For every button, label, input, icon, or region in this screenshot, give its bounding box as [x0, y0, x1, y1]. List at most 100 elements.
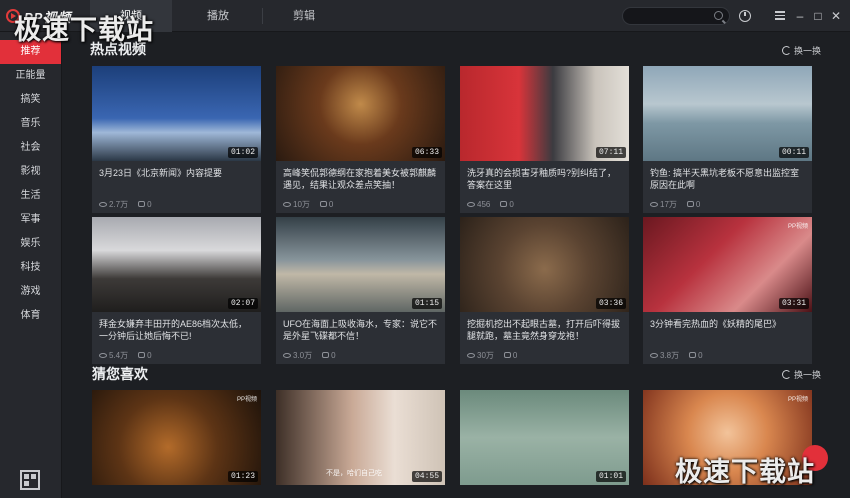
- video-card[interactable]: 03:36 挖掘机挖出不起眼古墓，打开后吓得拔腿就跑，墓主竟然身穿龙袍！ 30万…: [460, 217, 629, 364]
- view-count-value: 10万: [293, 199, 310, 209]
- comment-count: 0: [319, 199, 334, 209]
- view-count: 2.7万: [99, 199, 128, 210]
- comment-icon: [322, 352, 330, 359]
- video-card[interactable]: 06:33 高峰笑侃郭德纲在家抱着美女被郭麒麟遇见，结果让观众差点笑抽！ 10万…: [276, 66, 445, 213]
- qr-code-icon[interactable]: [20, 470, 40, 490]
- video-card[interactable]: 01:02 3月23日《北京新闻》内容提要 2.7万 0: [92, 66, 261, 213]
- view-count-value: 3.0万: [293, 350, 313, 360]
- view-count: 3.0万: [283, 350, 312, 361]
- comment-count: 0: [503, 350, 518, 360]
- duration-badge: 03:36: [595, 298, 626, 309]
- video-title[interactable]: 洗牙真的会损害牙釉质吗?别纠结了，答案在这里: [460, 161, 629, 195]
- sidebar-item-games[interactable]: 游戏: [0, 280, 61, 304]
- comment-count: 0: [689, 351, 703, 360]
- video-title[interactable]: 高峰笑侃郭德纲在家抱着美女被郭麒麟遇见，结果让观众差点笑抽！: [276, 161, 445, 195]
- video-meta: 3.8万 0: [643, 346, 812, 364]
- comment-count: 0: [686, 200, 700, 209]
- video-meta: 3.0万 0: [276, 346, 445, 364]
- comment-count-value: 0: [328, 199, 334, 209]
- comment-icon: [686, 201, 694, 208]
- view-count-value: 2.7万: [109, 199, 129, 209]
- video-thumbnail[interactable]: 07:11: [460, 66, 629, 161]
- comment-count: 0: [138, 199, 152, 209]
- eye-icon: [650, 201, 658, 207]
- sidebar-item-funny[interactable]: 搞笑: [0, 88, 61, 112]
- duration-badge: 01:01: [595, 471, 626, 482]
- comment-icon: [503, 352, 511, 359]
- search-input[interactable]: [622, 7, 730, 25]
- video-thumbnail[interactable]: 01:02: [92, 66, 261, 161]
- duration-badge: 06:33: [411, 147, 442, 158]
- video-thumbnail[interactable]: PP视频 01:23: [92, 390, 261, 485]
- video-thumbnail[interactable]: 06:33: [276, 66, 445, 161]
- maximize-icon[interactable]: □: [811, 9, 825, 23]
- search-icon[interactable]: [714, 11, 723, 20]
- video-card[interactable]: 不是，哈们自己吃 04:55: [276, 390, 445, 485]
- video-card[interactable]: PP视频 03:31 3分钟看完热血的《妖精的尾巴》 3.8万 0: [643, 217, 812, 364]
- video-card[interactable]: 00:11 钓鱼: 搞半天黑坑老板不愿意出监控室原因在此啊 17万 0: [643, 66, 812, 213]
- sidebar-item-positive[interactable]: 正能量: [0, 64, 61, 88]
- sidebar-item-entertainment[interactable]: 娱乐: [0, 232, 61, 256]
- duration-badge: 01:02: [227, 147, 258, 158]
- video-thumbnail[interactable]: PP视频 03:31: [643, 217, 812, 312]
- duration-badge: 01:15: [411, 298, 442, 309]
- video-thumbnail[interactable]: 00:11: [643, 66, 812, 161]
- sidebar-item-society[interactable]: 社会: [0, 136, 61, 160]
- sidebar-item-life[interactable]: 生活: [0, 184, 61, 208]
- minimize-icon[interactable]: –: [793, 9, 807, 23]
- sidebar: 推荐 正能量 搞笑 音乐 社会 影视 生活 军事 娱乐 科技 游戏 体育: [0, 32, 62, 498]
- view-count: 10万: [283, 199, 310, 210]
- thumbnail-subtitle: 不是，哈们自己吃: [326, 470, 382, 477]
- video-thumbnail[interactable]: 01:01: [460, 390, 629, 485]
- tab-edit[interactable]: 剪辑: [264, 0, 344, 32]
- sidebar-item-military[interactable]: 军事: [0, 208, 61, 232]
- video-card[interactable]: 07:11 洗牙真的会损害牙釉质吗?别纠结了，答案在这里 456 0: [460, 66, 629, 213]
- video-card[interactable]: PP视频 01:23: [92, 390, 261, 485]
- close-icon[interactable]: ✕: [829, 9, 843, 23]
- video-thumbnail[interactable]: 03:36: [460, 217, 629, 312]
- video-thumbnail[interactable]: 01:15: [276, 217, 445, 312]
- video-title[interactable]: 挖掘机挖出不起眼古墓，打开后吓得拔腿就跑，墓主竟然身穿龙袍！: [460, 312, 629, 346]
- video-meta: 5.4万 0: [92, 346, 261, 364]
- video-card[interactable]: 02:07 拜金女嫌弃丰田开的AE86档次太低，一分钟后让她后悔不已! 5.4万…: [92, 217, 261, 364]
- thumbnail-brand: PP视频: [236, 397, 257, 403]
- eye-icon: [283, 201, 291, 207]
- view-count: 17万: [650, 199, 677, 210]
- video-meta: 456 0: [460, 195, 629, 213]
- sidebar-item-sports[interactable]: 体育: [0, 304, 61, 328]
- comment-count-value: 0: [147, 199, 152, 209]
- video-title[interactable]: 3分钟看完热血的《妖精的尾巴》: [643, 312, 812, 346]
- sidebar-item-film[interactable]: 影视: [0, 160, 61, 184]
- watermark-bottom: 极速下载站: [675, 457, 815, 487]
- refresh-button-hot[interactable]: 换一换: [782, 44, 821, 57]
- view-count: 456: [467, 200, 490, 209]
- tab-play[interactable]: 播放: [176, 0, 260, 32]
- video-title[interactable]: UFO在海面上吸收海水，专家：说它不是外星飞碟都不信！: [276, 312, 445, 346]
- comment-count-value: 0: [512, 350, 518, 360]
- thumbnail-brand: PP视频: [787, 224, 808, 230]
- video-card[interactable]: 01:01: [460, 390, 629, 485]
- refresh-icon: [782, 370, 791, 379]
- video-card[interactable]: 01:15 UFO在海面上吸收海水，专家：说它不是外星飞碟都不信！ 3.0万 0: [276, 217, 445, 364]
- history-clock-icon[interactable]: [739, 10, 751, 22]
- video-thumbnail[interactable]: 不是，哈们自己吃 04:55: [276, 390, 445, 485]
- view-count-value: 17万: [660, 199, 677, 209]
- refresh-button-guess[interactable]: 换一换: [782, 368, 821, 381]
- video-title[interactable]: 3月23日《北京新闻》内容提要: [92, 161, 261, 195]
- video-meta: 30万 0: [460, 346, 629, 364]
- view-count-value: 5.4万: [109, 350, 129, 360]
- refresh-label: 换一换: [794, 370, 822, 380]
- sidebar-item-tech[interactable]: 科技: [0, 256, 61, 280]
- refresh-icon: [782, 46, 791, 55]
- comment-count-value: 0: [147, 350, 152, 360]
- video-title[interactable]: 钓鱼: 搞半天黑坑老板不愿意出监控室原因在此啊: [643, 161, 812, 195]
- video-meta: 17万 0: [643, 195, 812, 213]
- sidebar-item-music[interactable]: 音乐: [0, 112, 61, 136]
- video-thumbnail[interactable]: 02:07: [92, 217, 261, 312]
- view-count: 5.4万: [99, 350, 128, 361]
- video-title[interactable]: 拜金女嫌弃丰田开的AE86档次太低，一分钟后让她后悔不已!: [92, 312, 261, 346]
- thumbnail-brand: PP视频: [787, 397, 808, 403]
- duration-badge: 03:31: [778, 298, 809, 309]
- view-count-value: 3.8万: [660, 350, 680, 360]
- menu-icon[interactable]: [773, 9, 787, 23]
